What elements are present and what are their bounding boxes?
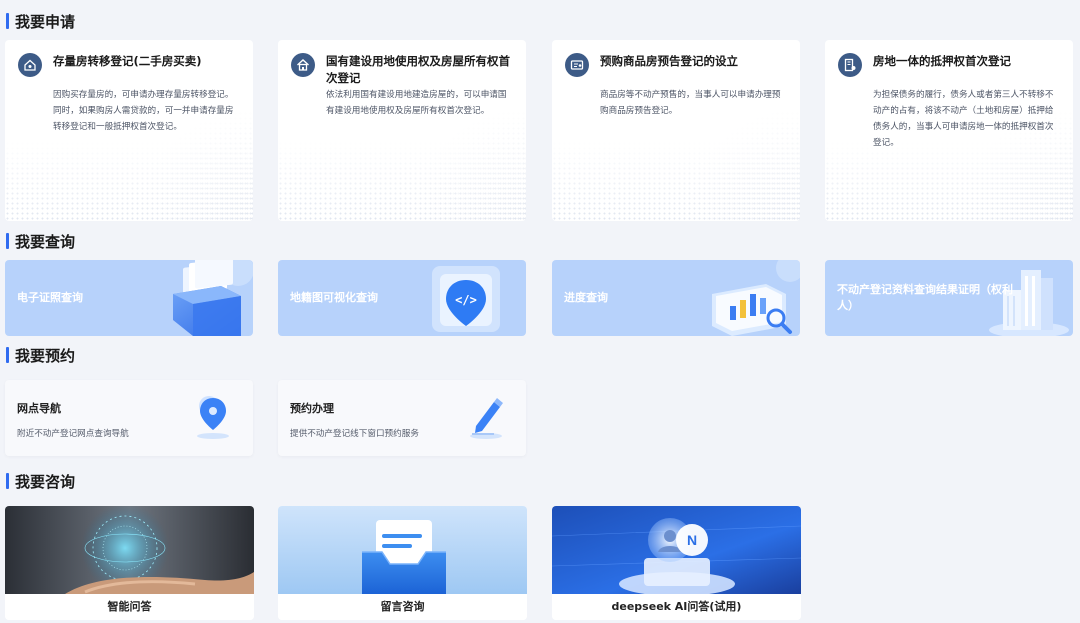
- apply-card-title: 存量房转移登记(二手房买卖): [53, 54, 202, 68]
- document-folder-icon: [173, 260, 253, 336]
- consult-card-label: 智能问答: [5, 594, 254, 620]
- apply-card-first-registration[interactable]: 国有建设用地使用权及房屋所有权首次登记 依法利用国有建设用地建造房屋的，可以申请…: [278, 40, 526, 221]
- section-accent-bar: [6, 233, 9, 249]
- query-card-cadastral-map[interactable]: </> 地籍图可视化查询: [278, 260, 526, 336]
- query-card-label: 进度查询: [564, 291, 608, 304]
- pen-edit-icon: [470, 398, 503, 439]
- section-title-apply-text: 我要申请: [15, 12, 76, 31]
- apply-card-presale-registration[interactable]: 预购商品房预告登记的设立 商品房等不动产预售的，当事人可以申请办理预购商品房预告…: [552, 40, 800, 221]
- consult-card-deepseek-ai[interactable]: N deepseek AI问答(试用): [552, 506, 801, 620]
- query-card-registration-certificate[interactable]: 不动产登记资料查询结果证明（权利人）: [825, 260, 1073, 336]
- map-pin-code-icon: </>: [432, 266, 500, 332]
- query-card-label: 电子证照查询: [17, 291, 83, 304]
- apply-card-desc: 因购买存量房的，可申请办理存量房转移登记。同时，如果购房人需贷款的，可一并申请存…: [53, 90, 234, 132]
- appointment-card-desc: 附近不动产登记网点查询导航: [17, 429, 129, 439]
- section-accent-bar: [6, 473, 9, 489]
- ai-chip-image: N: [552, 506, 801, 594]
- consult-card-smart-qa[interactable]: 智能问答: [5, 506, 254, 620]
- consult-card-message[interactable]: 留言咨询: [278, 506, 527, 620]
- section-accent-bar: [6, 347, 9, 363]
- apply-card-title: 预购商品房预告登记的设立: [600, 54, 738, 68]
- house-icon: [291, 53, 315, 77]
- section-title-apply: 我要申请: [6, 11, 75, 31]
- section-title-consult-text: 我要咨询: [15, 472, 76, 491]
- progress-chart-icon: [712, 260, 800, 336]
- query-card-e-certificate[interactable]: 电子证照查询: [5, 260, 253, 336]
- query-card-label: 不动产登记资料查询结果证明（权利人）: [837, 283, 1013, 312]
- house-key-icon: [18, 53, 42, 77]
- section-accent-bar: [6, 13, 9, 29]
- apply-card-title: 房地一体的抵押权首次登记: [873, 54, 1011, 68]
- location-pin-icon: [197, 396, 229, 439]
- certificate-icon: [565, 53, 589, 77]
- apply-card-desc: 依法利用国有建设用地建造房屋的，可以申请国有建设用地使用权及房屋所有权首次登记。: [326, 90, 507, 116]
- apply-card-resale-transfer[interactable]: 存量房转移登记(二手房买卖) 因购买存量房的，可申请办理存量房转移登记。同时，如…: [5, 40, 253, 221]
- svg-text:N: N: [687, 532, 697, 548]
- mortgage-icon: [838, 53, 862, 77]
- consult-card-label: 留言咨询: [278, 594, 527, 620]
- query-card-progress[interactable]: 进度查询: [552, 260, 800, 336]
- appointment-card-outlet-navigation[interactable]: 网点导航 附近不动产登记网点查询导航: [5, 380, 253, 456]
- svg-text:</>: </>: [455, 293, 477, 307]
- apply-card-desc: 为担保债务的履行，债务人或者第三人不转移不动产的占有，将该不动产（土地和房屋）抵…: [873, 90, 1054, 148]
- section-title-appointment-text: 我要预约: [15, 346, 76, 365]
- query-card-label: 地籍图可视化查询: [290, 291, 378, 304]
- section-title-consult: 我要咨询: [6, 471, 75, 491]
- apply-card-title: 国有建设用地使用权及房屋所有权首次登记: [326, 54, 510, 85]
- mailbox-image: [278, 506, 527, 594]
- section-title-query: 我要查询: [6, 231, 75, 251]
- appointment-card-title: 预约办理: [290, 402, 334, 415]
- appointment-card-title: 网点导航: [17, 402, 61, 415]
- section-title-query-text: 我要查询: [15, 232, 76, 251]
- appointment-card-desc: 提供不动产登记线下窗口预约服务: [290, 429, 419, 439]
- apply-card-desc: 商品房等不动产预售的，当事人可以申请办理预购商品房预告登记。: [600, 90, 781, 116]
- dot-pattern-decoration: [680, 111, 800, 221]
- dot-pattern-decoration: [406, 111, 526, 221]
- section-title-appointment: 我要预约: [6, 345, 75, 365]
- apply-card-mortgage-registration[interactable]: 房地一体的抵押权首次登记 为担保债务的履行，债务人或者第三人不转移不动产的占有，…: [825, 40, 1073, 221]
- appointment-card-book-service[interactable]: 预约办理 提供不动产登记线下窗口预约服务: [278, 380, 526, 456]
- consult-card-label: deepseek AI问答(试用): [552, 594, 801, 620]
- ai-hand-globe-image: [5, 506, 254, 594]
